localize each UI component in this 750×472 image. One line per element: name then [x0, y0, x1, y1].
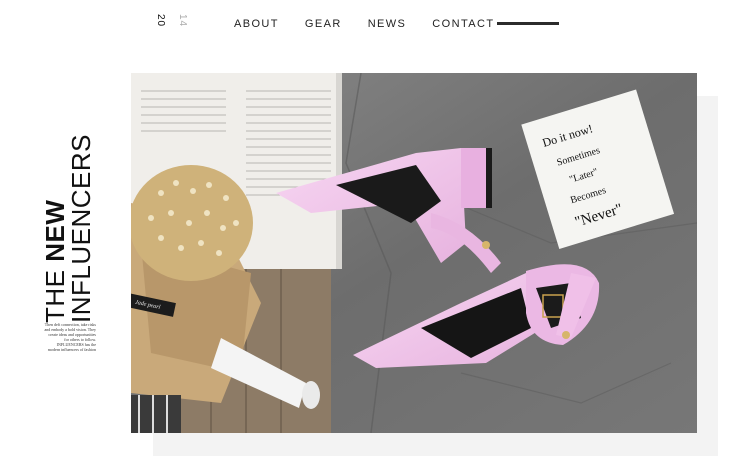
year-part-1: 20: [155, 14, 166, 28]
title-influencers: INFLUENCERS: [66, 134, 96, 323]
nav-contact[interactable]: CONTACT: [432, 18, 494, 30]
page-title: THE NEW INFLUENCERS: [40, 134, 98, 323]
year-label: 20 14: [154, 14, 194, 34]
nav-about[interactable]: ABOUT: [234, 18, 279, 30]
nav-gear[interactable]: GEAR: [305, 18, 342, 30]
main-nav: ABOUT GEAR NEWS CONTACT: [234, 16, 520, 32]
title-line-1: THE NEW: [40, 134, 70, 323]
intro-blurb: Then deft connection, take risks and emb…: [44, 322, 96, 352]
year-part-2: 14: [177, 14, 188, 28]
hero-image: Jade pearl Do it now! Sometimes "Later" …: [131, 73, 697, 433]
hero-illustration: Jade pearl Do it now! Sometimes "Later" …: [131, 73, 697, 433]
nav-active-indicator: [497, 22, 559, 25]
nav-news[interactable]: NEWS: [368, 18, 407, 30]
